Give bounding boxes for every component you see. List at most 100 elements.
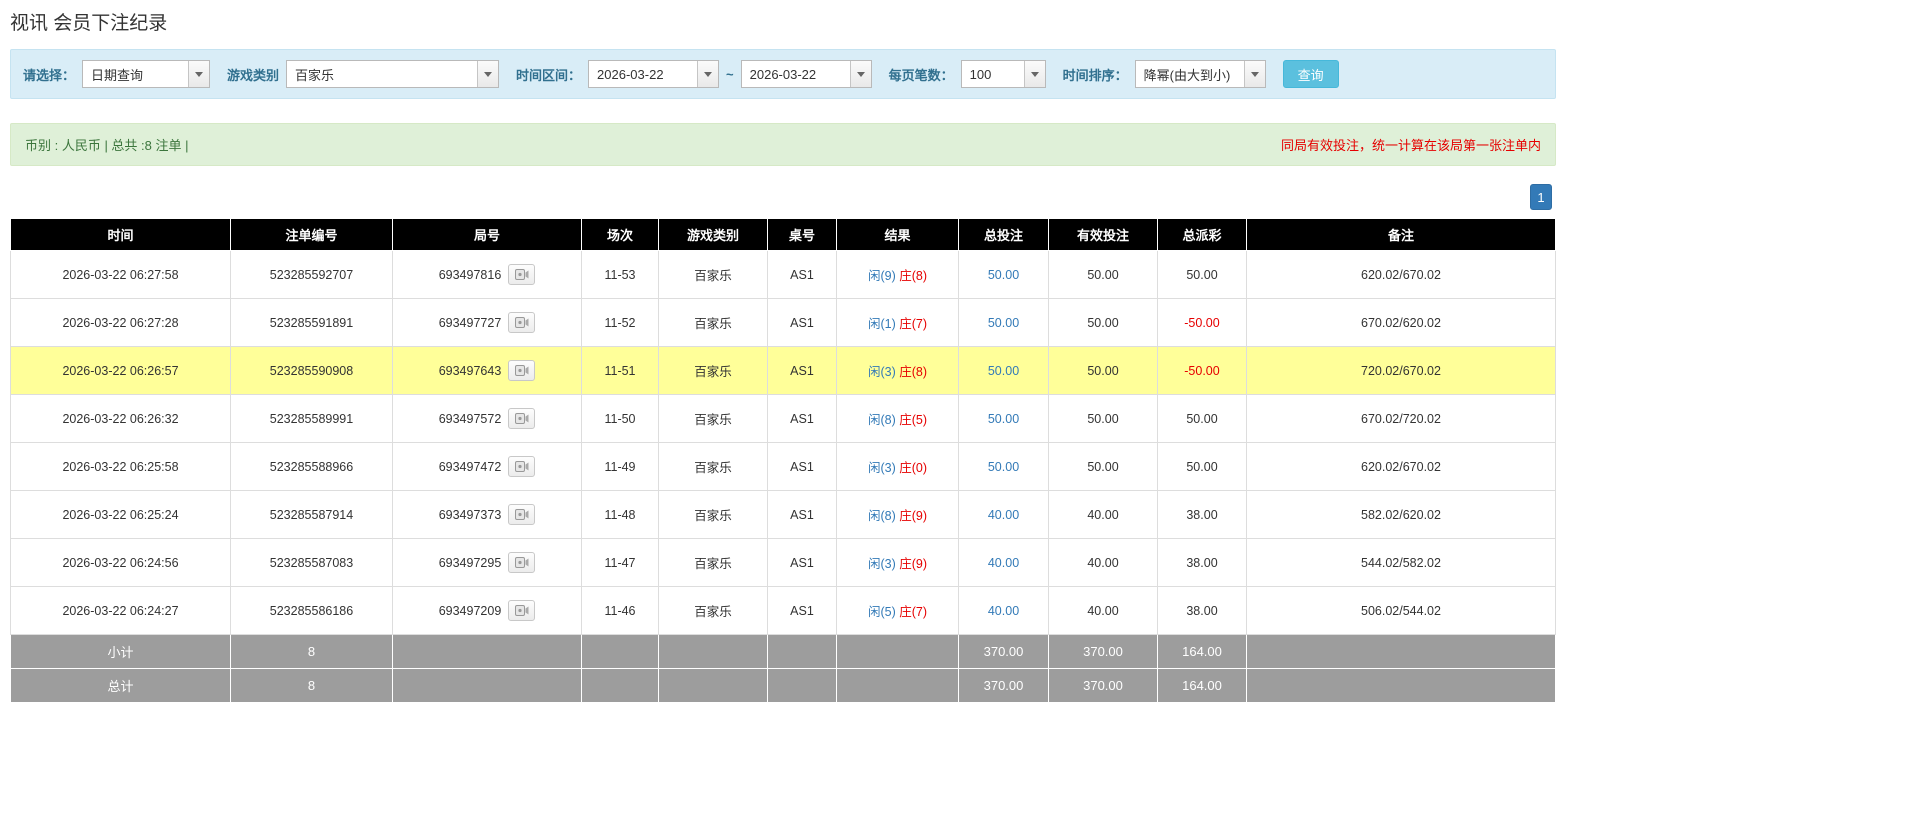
search-button[interactable]: 查询 [1283, 60, 1339, 88]
round-video-icon[interactable] [508, 600, 535, 621]
round-video-icon[interactable] [508, 456, 535, 477]
cell-session: 11-47 [582, 539, 659, 587]
cell-total-bet: 50.00 [959, 443, 1049, 491]
cell-bet-id: 523285588966 [231, 443, 393, 491]
date-to-dropdown-button[interactable] [850, 61, 871, 87]
cell-valid-bet: 50.00 [1049, 251, 1158, 299]
total-bet-link[interactable]: 50.00 [988, 460, 1019, 474]
table-row: 2026-03-22 06:27:58 523285592707 6934978… [11, 251, 1556, 299]
header-payout: 总派彩 [1158, 219, 1247, 251]
page-size-input[interactable] [962, 61, 1024, 87]
cell-valid-bet: 50.00 [1049, 347, 1158, 395]
cell-table-no: AS1 [768, 539, 837, 587]
page-size-combobox [961, 60, 1046, 88]
result-player-text: 闲(1) [868, 317, 896, 331]
cell-round-id: 693497209 [393, 587, 582, 635]
cell-result: 闲(8) 庄(9) [837, 491, 959, 539]
cell-round-id: 693497816 [393, 251, 582, 299]
cell-session: 11-48 [582, 491, 659, 539]
table-row: 2026-03-22 06:26:57 523285590908 6934976… [11, 347, 1556, 395]
total-label: 总计 [11, 669, 231, 703]
chevron-down-icon [704, 72, 712, 77]
cell-table-no: AS1 [768, 395, 837, 443]
cell-result: 闲(3) 庄(0) [837, 443, 959, 491]
cell-total-bet: 50.00 [959, 299, 1049, 347]
cell-total-bet: 50.00 [959, 251, 1049, 299]
header-time: 时间 [11, 219, 231, 251]
cell-time: 2026-03-22 06:24:27 [11, 587, 231, 635]
cell-time: 2026-03-22 06:24:56 [11, 539, 231, 587]
sort-order-dropdown-button[interactable] [1244, 61, 1265, 87]
cell-table-no: AS1 [768, 251, 837, 299]
game-type-combobox [286, 60, 499, 88]
round-video-icon[interactable] [508, 264, 535, 285]
round-video-icon[interactable] [508, 552, 535, 573]
select-type-dropdown-button[interactable] [188, 61, 209, 87]
page-size-dropdown-button[interactable] [1024, 61, 1045, 87]
select-type-combobox [82, 60, 210, 88]
result-player-text: 闲(9) [868, 269, 896, 283]
date-to-input[interactable] [742, 61, 850, 87]
cell-payout: 50.00 [1158, 251, 1247, 299]
date-from-input[interactable] [589, 61, 697, 87]
cell-game-type: 百家乐 [659, 347, 768, 395]
subtotal-total-bet: 370.00 [959, 635, 1049, 669]
round-video-icon[interactable] [508, 312, 535, 333]
pagination-top: 1 [10, 184, 1552, 210]
game-type-dropdown-button[interactable] [477, 61, 498, 87]
total-bet-link[interactable]: 50.00 [988, 316, 1019, 330]
cell-payout: 38.00 [1158, 587, 1247, 635]
date-from-dropdown-button[interactable] [697, 61, 718, 87]
cell-payout: 38.00 [1158, 491, 1247, 539]
total-bet-link[interactable]: 50.00 [988, 364, 1019, 378]
cell-session: 11-53 [582, 251, 659, 299]
time-range-label: 时间区间： [516, 65, 581, 84]
table-header-row: 时间 注单编号 局号 场次 游戏类别 桌号 结果 总投注 有效投注 总派彩 备注 [11, 219, 1556, 251]
total-bet-link[interactable]: 50.00 [988, 412, 1019, 426]
cell-session: 11-46 [582, 587, 659, 635]
result-player-text: 闲(5) [868, 605, 896, 619]
total-bet-link[interactable]: 40.00 [988, 604, 1019, 618]
cell-total-bet: 50.00 [959, 347, 1049, 395]
cell-round-id: 693497572 [393, 395, 582, 443]
valid-bet-notice-text: 同局有效投注，统一计算在该局第一张注单内 [1281, 135, 1541, 154]
page-1-button[interactable]: 1 [1530, 184, 1552, 210]
cell-result: 闲(1) 庄(7) [837, 299, 959, 347]
cell-game-type: 百家乐 [659, 251, 768, 299]
select-type-input[interactable] [83, 61, 188, 87]
cell-bet-id: 523285587914 [231, 491, 393, 539]
cell-result: 闲(3) 庄(8) [837, 347, 959, 395]
result-player-text: 闲(3) [868, 461, 896, 475]
cell-note: 544.02/582.02 [1247, 539, 1556, 587]
cell-table-no: AS1 [768, 443, 837, 491]
cell-session: 11-49 [582, 443, 659, 491]
subtotal-label: 小计 [11, 635, 231, 669]
round-video-icon[interactable] [508, 408, 535, 429]
total-bet-link[interactable]: 40.00 [988, 508, 1019, 522]
round-video-icon[interactable] [508, 360, 535, 381]
cell-note: 582.02/620.02 [1247, 491, 1556, 539]
main-container: 视讯 会员下注纪录 请选择： 游戏类别 时间区间： ~ 每页笔数： 时间排序： [10, 8, 1556, 822]
round-video-icon[interactable] [508, 504, 535, 525]
cell-round-id: 693497643 [393, 347, 582, 395]
chevron-down-icon [484, 72, 492, 77]
cell-time: 2026-03-22 06:25:58 [11, 443, 231, 491]
cell-table-no: AS1 [768, 347, 837, 395]
table-body: 2026-03-22 06:27:58 523285592707 6934978… [11, 251, 1556, 635]
cell-game-type: 百家乐 [659, 587, 768, 635]
total-bet-link[interactable]: 50.00 [988, 268, 1019, 282]
cell-game-type: 百家乐 [659, 491, 768, 539]
result-banker-text: 庄(9) [899, 557, 927, 571]
round-id-text: 693497816 [439, 268, 502, 282]
chevron-down-icon [195, 72, 203, 77]
total-bet-link[interactable]: 40.00 [988, 556, 1019, 570]
cell-round-id: 693497295 [393, 539, 582, 587]
round-id-text: 693497643 [439, 364, 502, 378]
cell-table-no: AS1 [768, 587, 837, 635]
cell-valid-bet: 50.00 [1049, 443, 1158, 491]
game-type-input[interactable] [287, 61, 477, 87]
cell-note: 720.02/670.02 [1247, 347, 1556, 395]
table-row: 2026-03-22 06:26:32 523285589991 6934975… [11, 395, 1556, 443]
sort-order-input[interactable] [1136, 61, 1244, 87]
cell-valid-bet: 40.00 [1049, 539, 1158, 587]
